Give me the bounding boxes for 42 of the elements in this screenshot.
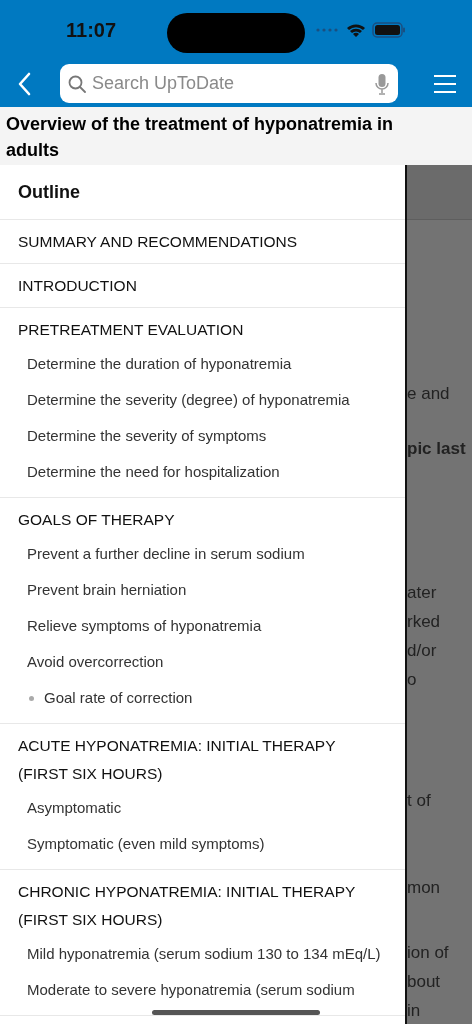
outline-section[interactable]: SUMMARY AND RECOMMENDATIONS [0, 220, 405, 256]
outline-heading: Outline [18, 180, 80, 204]
outline-section[interactable]: INTRODUCTION [0, 264, 405, 300]
outline-subitem[interactable]: Prevent a further decline in serum sodium [0, 536, 405, 572]
wifi-icon [346, 22, 366, 38]
signal-icon [316, 28, 340, 32]
outline-subitem[interactable]: Goal rate of correction [44, 687, 193, 709]
outline-subitem[interactable]: Determine the severity of symptoms [0, 418, 405, 454]
outline-subitem[interactable]: Asymptomatic [0, 790, 405, 826]
article-text-fragment: rked [407, 611, 441, 633]
article-text-fragment: in [407, 1000, 421, 1022]
article-text-fragment: ater [407, 582, 437, 604]
outline-section[interactable]: GOALS OF THERAPY [0, 498, 405, 534]
outline-subitem[interactable]: Symptomatic (even mild symptoms) [0, 826, 405, 862]
search-icon [68, 75, 86, 93]
outline-section[interactable]: ACUTE HYPONATREMIA: INITIAL THERAPY (FIRST SIX HOURS) [0, 724, 405, 788]
article-text-fragment: mon [407, 877, 441, 899]
article-text-fragment: d/or [407, 640, 437, 662]
article-text-fragment: t of [407, 790, 431, 812]
menu-button[interactable] [434, 74, 456, 93]
search-field[interactable]: Search UpToDate [60, 64, 398, 103]
outline-subitem[interactable]: Avoid overcorrection [0, 644, 405, 680]
outline-section[interactable]: PRETREATMENT EVALUATION [0, 308, 405, 344]
article-text-fragment: pic last [407, 438, 466, 460]
outline-subitem[interactable]: Determine the severity (degree) of hyponatremia [0, 382, 405, 418]
article-text-fragment: o [407, 669, 417, 691]
outline-subitem[interactable]: Determine the need for hospitalization [0, 454, 405, 490]
outline-subitem[interactable]: Mild hyponatremia (serum sodium 130 to 134 mEq/L) [0, 936, 405, 972]
topic-title: Overview of the treatment of hyponatremia in adults [6, 113, 395, 162]
outline-subitem[interactable]: Relieve symptoms of hyponatremia [0, 608, 405, 644]
microphone-icon[interactable] [375, 73, 389, 95]
outline-subitem[interactable]: Determine the duration of hyponatremia [0, 346, 405, 382]
bullet-icon [29, 695, 34, 701]
article-text-fragment: e and [407, 383, 450, 405]
status-time: 11:07 [66, 18, 117, 43]
back-icon [17, 71, 31, 96]
battery-icon [372, 22, 406, 38]
outline-subitem[interactable]: Prevent brain herniation [0, 572, 405, 608]
article-text-fragment: bout [407, 971, 441, 993]
outline-section[interactable]: CHRONIC HYPONATREMIA: INITIAL THERAPY (FIRST SIX HOURS) [0, 870, 405, 934]
article-text-fragment: ion of [407, 942, 449, 964]
outline-subitem[interactable]: Moderate to severe hyponatremia (serum sodium [0, 972, 405, 1008]
